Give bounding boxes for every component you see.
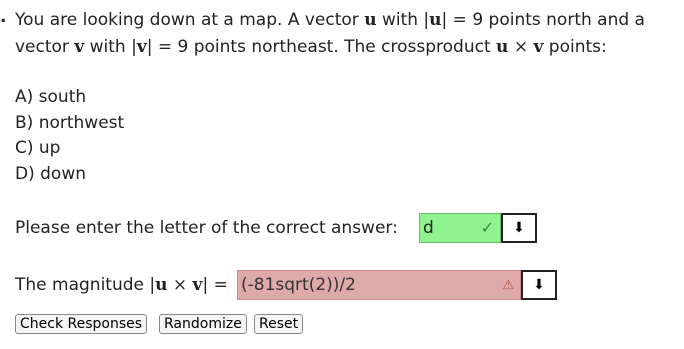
reset-button[interactable]: Reset bbox=[254, 314, 304, 334]
check-icon: ✓ bbox=[480, 218, 494, 237]
choice-c: C) up bbox=[15, 138, 61, 158]
answer-letter-prompt: Please enter the letter of the correct a… bbox=[15, 218, 398, 238]
choice-a: A) south bbox=[15, 87, 87, 107]
problem-text-line-1: You are looking down at a map. A vector … bbox=[15, 10, 645, 30]
answer-letter-dropdown-button[interactable]: ⬇ bbox=[501, 213, 537, 243]
vector-u-symbol: u bbox=[429, 10, 442, 30]
randomize-button[interactable]: Randomize bbox=[159, 314, 247, 334]
choice-d: D) down bbox=[15, 164, 86, 184]
choice-b: B) northwest bbox=[15, 113, 125, 133]
problem-bullet: . bbox=[0, 7, 7, 27]
magnitude-input[interactable]: (-81sqrt(2))/2 ⚠ bbox=[237, 270, 521, 300]
warning-icon: ⚠ bbox=[502, 278, 514, 293]
answer-letter-input[interactable]: d ✓ bbox=[419, 213, 501, 243]
magnitude-prompt: The magnitude |u × v| = bbox=[15, 275, 228, 295]
vector-u-symbol: u bbox=[364, 10, 377, 30]
vector-v-symbol: v bbox=[74, 37, 85, 57]
vector-v-symbol: v bbox=[136, 37, 147, 57]
down-arrow-icon: ⬇ bbox=[533, 277, 545, 293]
problem-text-line-2: vector v with |v| = 9 points northeast. … bbox=[15, 37, 607, 57]
magnitude-dropdown-button[interactable]: ⬇ bbox=[521, 270, 557, 300]
check-responses-button[interactable]: Check Responses bbox=[15, 314, 148, 334]
down-arrow-icon: ⬇ bbox=[513, 220, 525, 236]
